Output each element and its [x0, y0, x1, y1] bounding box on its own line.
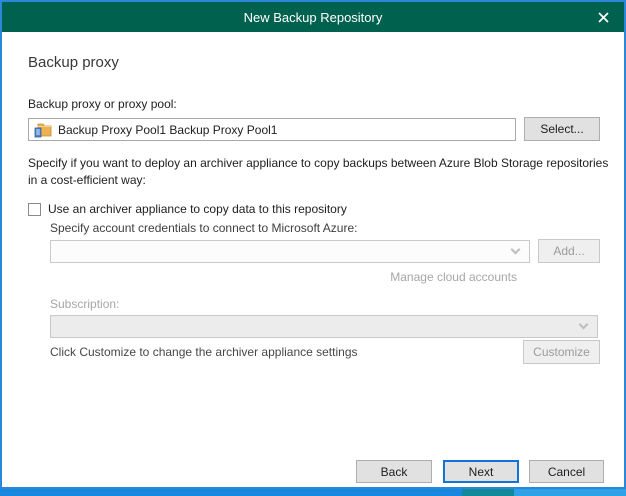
back-button[interactable]: Back: [356, 460, 432, 483]
subscription-label: Subscription:: [50, 297, 119, 311]
manage-cloud-accounts-link[interactable]: Manage cloud accounts: [50, 270, 517, 284]
background-window-edge: [0, 489, 626, 496]
select-button[interactable]: Select...: [524, 117, 600, 141]
customize-hint: Click Customize to change the archiver a…: [50, 345, 358, 359]
chevron-down-icon: [511, 245, 521, 255]
next-button[interactable]: Next: [443, 460, 519, 483]
proxy-pool-folder-icon: [34, 122, 52, 138]
proxy-pool-label: Backup proxy or proxy pool:: [28, 97, 177, 111]
page-title: Backup proxy: [28, 54, 119, 71]
title-bar: New Backup Repository: [2, 2, 624, 32]
description-line-1: Specify if you want to deploy an archive…: [28, 155, 608, 172]
cancel-button[interactable]: Cancel: [529, 460, 604, 483]
screen: New Backup Repository Backup proxy Backu…: [0, 0, 626, 496]
add-button[interactable]: Add...: [538, 239, 600, 263]
background-teal-segment: [462, 489, 514, 496]
use-archiver-appliance-checkbox[interactable]: [28, 203, 41, 216]
subscription-dropdown[interactable]: [50, 315, 598, 338]
description-line-2: in a cost-efficient way:: [28, 172, 608, 189]
close-button[interactable]: [586, 2, 620, 32]
close-icon: [598, 12, 609, 23]
credentials-label: Specify account credentials to connect t…: [50, 221, 358, 235]
description-text: Specify if you want to deploy an archive…: [28, 155, 608, 189]
credentials-dropdown[interactable]: [50, 240, 530, 263]
proxy-pool-value: Backup Proxy Pool1 Backup Proxy Pool1: [58, 123, 277, 137]
proxy-pool-input[interactable]: Backup Proxy Pool1 Backup Proxy Pool1: [28, 118, 516, 141]
customize-button[interactable]: Customize: [523, 340, 600, 364]
new-backup-repository-dialog: New Backup Repository Backup proxy Backu…: [0, 0, 626, 489]
background-blue-segment: [514, 489, 626, 496]
chevron-down-icon: [579, 320, 589, 330]
use-archiver-appliance-label: Use an archiver appliance to copy data t…: [48, 202, 347, 216]
window-title: New Backup Repository: [244, 10, 383, 25]
